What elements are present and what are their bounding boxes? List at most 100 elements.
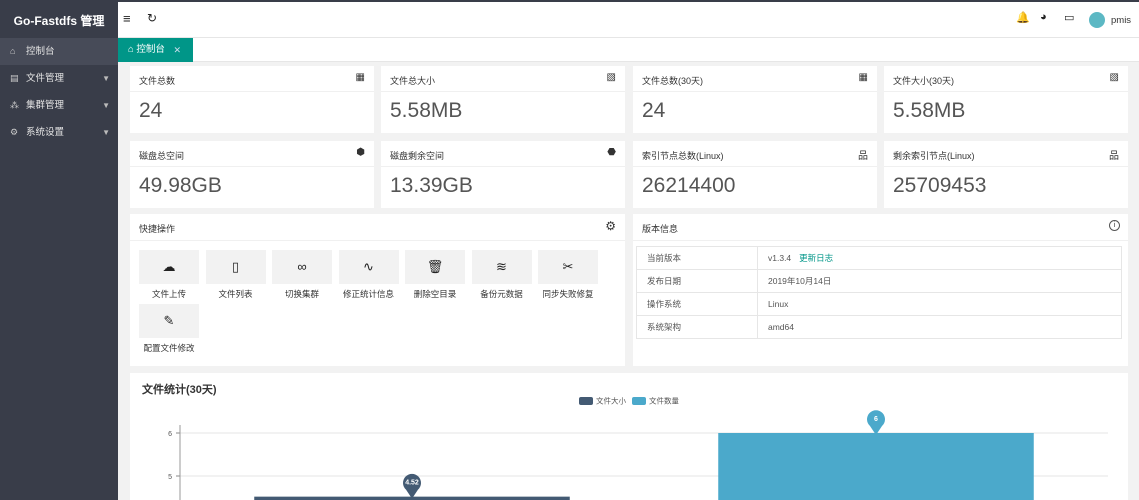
table-row: 当前版本 v1.3.4 更新日志 [636,246,1122,270]
divider [130,240,625,241]
sidebar-item-label: 文件管理 [26,73,65,84]
caret-down-icon: ▼ [102,74,110,83]
y-tick-label: 5 [168,474,172,481]
sidebar-item-2[interactable]: ⁂ 集群管理 ▼ [0,92,118,119]
sidebar: Go-Fastdfs 管理 ⌂ 控制台 ▤ 文件管理 ▼ ⁂ 集群管理 ▼ ⚙ 系统设置 ▼ [0,0,118,500]
user-name[interactable]: pmis [1111,15,1131,26]
quick-action-label[interactable]: 备份元数据 [467,288,537,300]
version-title: 版本信息 [642,224,679,234]
version-value-text: amd64 [768,322,794,332]
y-tick-label: 6 [168,431,172,438]
data-label: 4.52 [405,480,419,487]
quick-action-label[interactable]: 文件列表 [201,288,271,300]
divider [381,91,625,92]
quick-actions-title: 快捷操作 [139,224,176,234]
gear-icon[interactable]: ⚙ [605,219,616,233]
avatar[interactable] [1089,12,1105,28]
monitor-icon[interactable]: ▭ [1064,11,1074,24]
bar-chart: 5 6 4.52 6 [168,410,1108,500]
table-row: 系统架构 amd64 [636,315,1122,339]
tab-dashboard[interactable]: ⌂ 控制台 ✕ [118,38,193,62]
bell-icon[interactable]: 🔔 [1016,11,1030,24]
app-logo: Go-Fastdfs 管理 [0,0,118,38]
version-key: 系统架构 [636,315,758,339]
file-icon: ▤ [10,73,19,83]
refresh-icon[interactable]: ↻ [147,11,157,25]
version-value: amd64 [757,315,1122,339]
sitemap-icon: 品 [858,151,868,162]
stat-card: 文件总数 ▦ 24 [130,66,374,133]
data-label: 6 [874,416,878,423]
divider [884,91,1128,92]
stat-title: 磁盘总空间 [139,151,185,161]
quick-action-button[interactable]: ∞ [272,250,332,284]
version-value: Linux [757,292,1122,316]
quick-action-label[interactable]: 修正统计信息 [334,288,404,300]
version-table: 当前版本 v1.3.4 更新日志 发布日期 2019年10月14日 操作系统 Linux 系统… [636,246,1122,339]
sidebar-menu: ⌂ 控制台 ▤ 文件管理 ▼ ⁂ 集群管理 ▼ ⚙ 系统设置 ▼ [0,38,118,146]
quick-action-label[interactable]: 配置文件修改 [134,342,204,354]
stat-value: 13.39GB [390,174,473,197]
quick-action-button[interactable]: ✂ [538,250,598,284]
sitemap-icon: 品 [1109,151,1119,162]
quick-action-button[interactable]: ☁ [139,250,199,284]
divider [130,91,374,92]
changelog-link[interactable]: 更新日志 [799,253,833,263]
stat-card: 剩余索引节点(Linux) 品 25709453 [884,141,1128,208]
cubes-icon: ⬢ [356,147,365,158]
menu-toggle-icon[interactable]: ≡ [123,11,131,26]
caret-down-icon: ▼ [102,128,110,137]
divider [633,91,877,92]
pulse-icon: ∿ [363,259,374,274]
sidebar-item-label: 系统设置 [26,127,65,138]
divider [884,166,1128,167]
layers-icon: ≋ [496,259,507,274]
bar[interactable] [718,433,1034,500]
quick-action-label[interactable]: 同步失败修复 [533,288,603,300]
stat-value: 24 [139,99,163,122]
close-icon[interactable]: ✕ [173,38,181,62]
info-icon[interactable]: i [1109,220,1120,231]
chart-panel: 文件统计(30天) 文件大小 文件数量 5 6 4.52 6 [130,373,1128,500]
divider [130,166,374,167]
pencil-icon: ✎ [163,313,175,328]
quick-action-button[interactable]: ✎ [139,304,199,338]
file-size-icon: ▧ [606,72,616,83]
dashboard-icon[interactable]: ◕ [1040,11,1047,23]
cube-icon: ⬣ [607,147,616,158]
stat-title: 文件总大小 [390,76,436,86]
version-key: 发布日期 [636,269,758,293]
tab-bar: ⌂ 控制台 ✕ [118,38,1139,62]
version-panel: 版本信息 i 当前版本 v1.3.4 更新日志 发布日期 2019年10月14日 操作系统… [633,214,1128,366]
sidebar-item-3[interactable]: ⚙ 系统设置 ▼ [0,119,118,146]
sidebar-item-0[interactable]: ⌂ 控制台 [0,38,118,65]
stat-card: 磁盘剩余空间 ⬣ 13.39GB [381,141,625,208]
quick-action-label[interactable]: 文件上传 [134,288,204,300]
version-key: 当前版本 [636,246,758,270]
file-list-icon: ▯ [231,259,240,274]
stat-title: 剩余索引节点(Linux) [893,151,975,161]
divider [633,240,1128,241]
quick-action-label[interactable]: 切换集群 [267,288,337,300]
stat-value: 24 [642,99,666,122]
infinity-icon: ∞ [297,259,307,274]
quick-action-button[interactable]: ▯ [205,250,266,284]
top-header: ≡ ↻ 🔔 ◕ ▭ pmis [118,0,1139,38]
stat-title: 索引节点总数(Linux) [642,151,724,161]
stat-title: 文件总数 [139,76,176,86]
quick-action-button[interactable]: ∿ [338,250,399,284]
stat-title: 文件总数(30天) [642,76,704,86]
caret-down-icon: ▼ [102,101,110,110]
tab-label: 控制台 [136,44,165,55]
table-row: 发布日期 2019年10月14日 [636,269,1122,293]
stat-card: 文件总大小 ▧ 5.58MB [381,66,625,133]
gears-icon: ⚙ [10,127,19,137]
calculator-icon: ▦ [355,72,365,83]
version-value-text: 2019年10月14日 [768,276,832,286]
quick-actions-panel: 快捷操作 ⚙ ☁ 文件上传 ▯ 文件列表 ∞ 切换集群 ∿ 修正统计信息 🗑 删除空目录 ≋ 备份元数… [130,214,625,366]
stat-value: 26214400 [642,174,736,197]
quick-action-label[interactable]: 删除空目录 [400,288,470,300]
sidebar-item-1[interactable]: ▤ 文件管理 ▼ [0,65,118,92]
quick-action-button[interactable]: ≋ [471,250,532,284]
quick-action-button[interactable]: 🗑 [405,250,465,284]
